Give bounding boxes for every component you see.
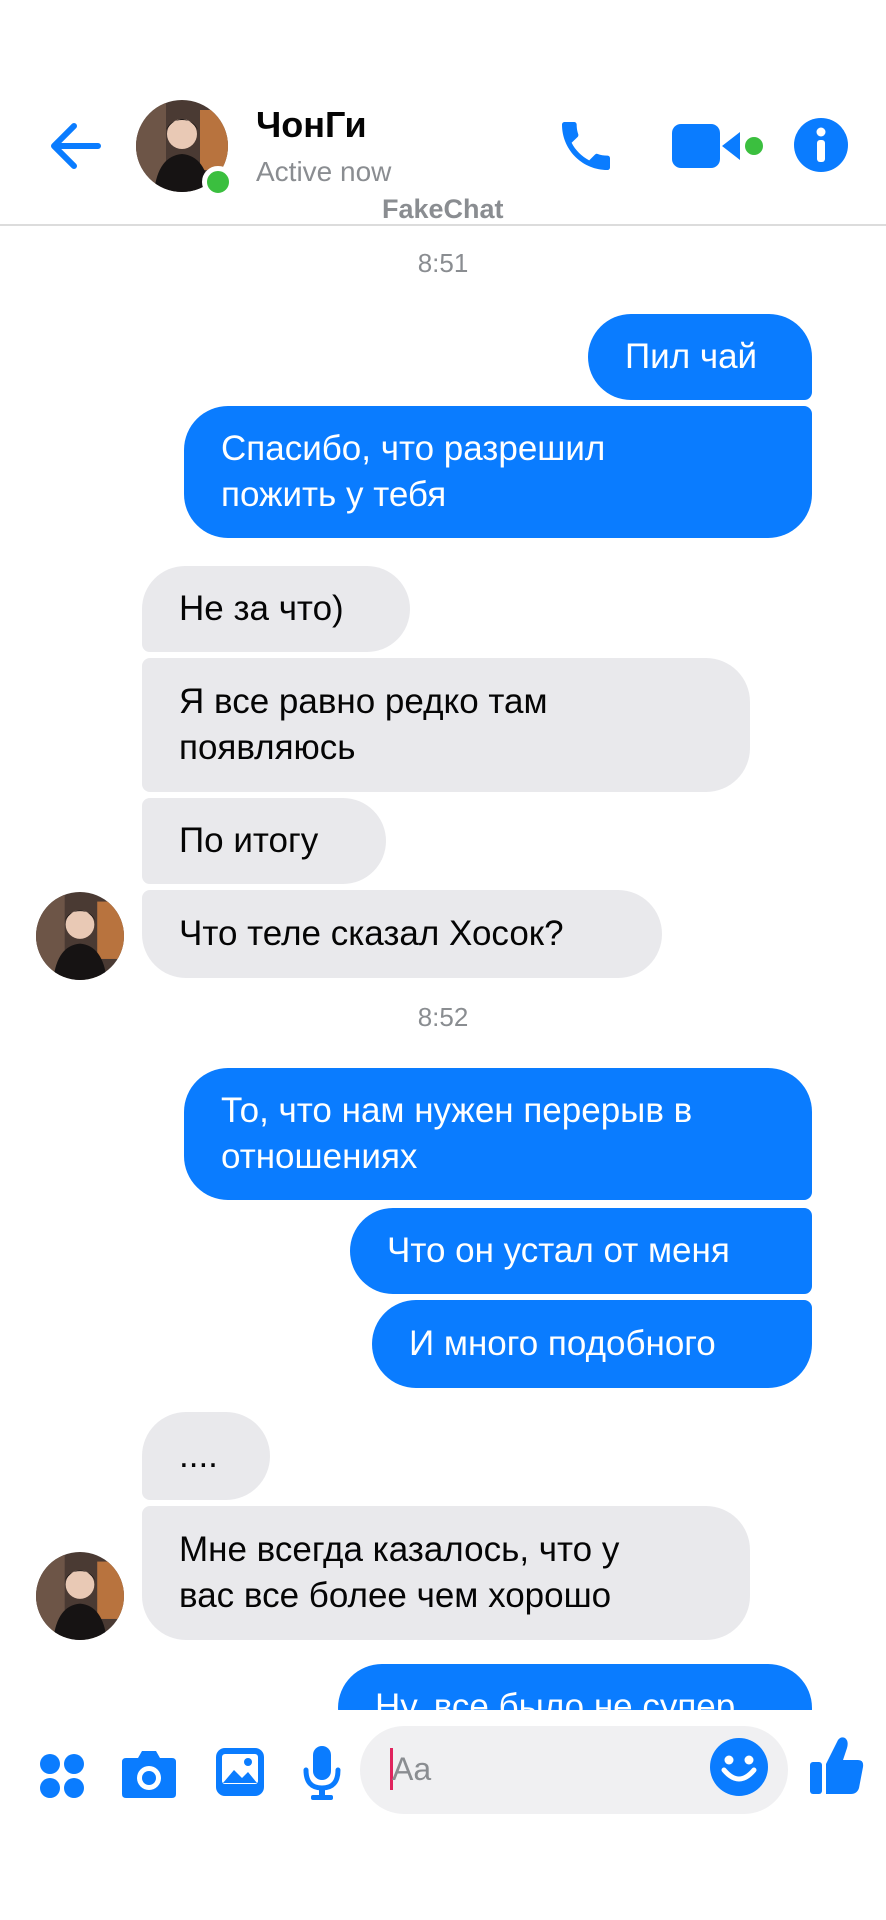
incoming-message[interactable]: По итогу: [142, 798, 386, 884]
video-camera-icon[interactable]: [670, 120, 770, 174]
message-text: Что теле сказал Хосок?: [179, 914, 564, 953]
outgoing-message[interactable]: И много подобного: [372, 1300, 812, 1388]
incoming-message[interactable]: Я все равно редко там появляюсь: [142, 658, 750, 792]
outgoing-message[interactable]: Что он устал от меня: [350, 1208, 812, 1294]
message-text: отношениях: [221, 1137, 418, 1176]
contact-name[interactable]: ЧонГи: [256, 104, 367, 146]
microphone-icon[interactable]: [302, 1744, 342, 1802]
incoming-message[interactable]: Мне всегда казалось, что у вас все более…: [142, 1506, 750, 1640]
message-text: По итогу: [179, 821, 319, 860]
message-text: Пил чай: [625, 337, 758, 376]
message-text: И много подобного: [409, 1324, 716, 1363]
sender-avatar[interactable]: [36, 1552, 124, 1640]
apps-grid-icon[interactable]: [38, 1752, 86, 1800]
active-status: Active now: [256, 156, 392, 187]
outgoing-message[interactable]: То, что нам нужен перерыв в отношениях: [184, 1068, 812, 1200]
contact-avatar[interactable]: [136, 100, 234, 198]
phone-icon[interactable]: [554, 114, 618, 178]
avatar-photo: [36, 1552, 124, 1640]
message-text: То, что нам нужен перерыв в: [221, 1091, 693, 1130]
outgoing-message[interactable]: Спасибо, что разрешил пожить у тебя: [184, 406, 812, 538]
message-text: вас все более чем хорошо: [179, 1576, 612, 1615]
message-text: Не за что): [179, 589, 344, 628]
message-text: Я все равно редко там: [179, 682, 548, 721]
avatar-photo: [36, 892, 124, 980]
sender-avatar[interactable]: [36, 892, 124, 980]
message-text: пожить у тебя: [221, 475, 447, 514]
timestamp: 8:52: [417, 1002, 469, 1032]
message-text: Спасибо, что разрешил: [221, 429, 606, 468]
thumbs-up-icon[interactable]: [808, 1734, 866, 1798]
info-icon[interactable]: [792, 116, 850, 174]
chat-header: ЧонГи Active now FakeChat: [0, 0, 886, 226]
message-text: появляюсь: [179, 728, 356, 767]
incoming-message[interactable]: Не за что): [142, 566, 410, 652]
back-arrow-icon[interactable]: [46, 116, 106, 176]
incoming-message[interactable]: Что теле сказал Хосок?: [142, 890, 662, 978]
gallery-icon[interactable]: [214, 1746, 266, 1798]
timestamp: 8:51: [417, 248, 469, 278]
message-text: Мне всегда казалось, что у: [179, 1530, 620, 1569]
outgoing-message[interactable]: Пил чай: [588, 314, 812, 400]
app-watermark: FakeChat: [382, 194, 504, 224]
incoming-message[interactable]: ....: [142, 1412, 270, 1500]
online-indicator: [202, 166, 234, 198]
message-text: ....: [179, 1436, 218, 1475]
emoji-icon[interactable]: [708, 1736, 770, 1798]
camera-icon[interactable]: [120, 1748, 178, 1800]
message-input[interactable]: [392, 1746, 692, 1792]
message-text: Что он устал от меня: [387, 1231, 730, 1270]
